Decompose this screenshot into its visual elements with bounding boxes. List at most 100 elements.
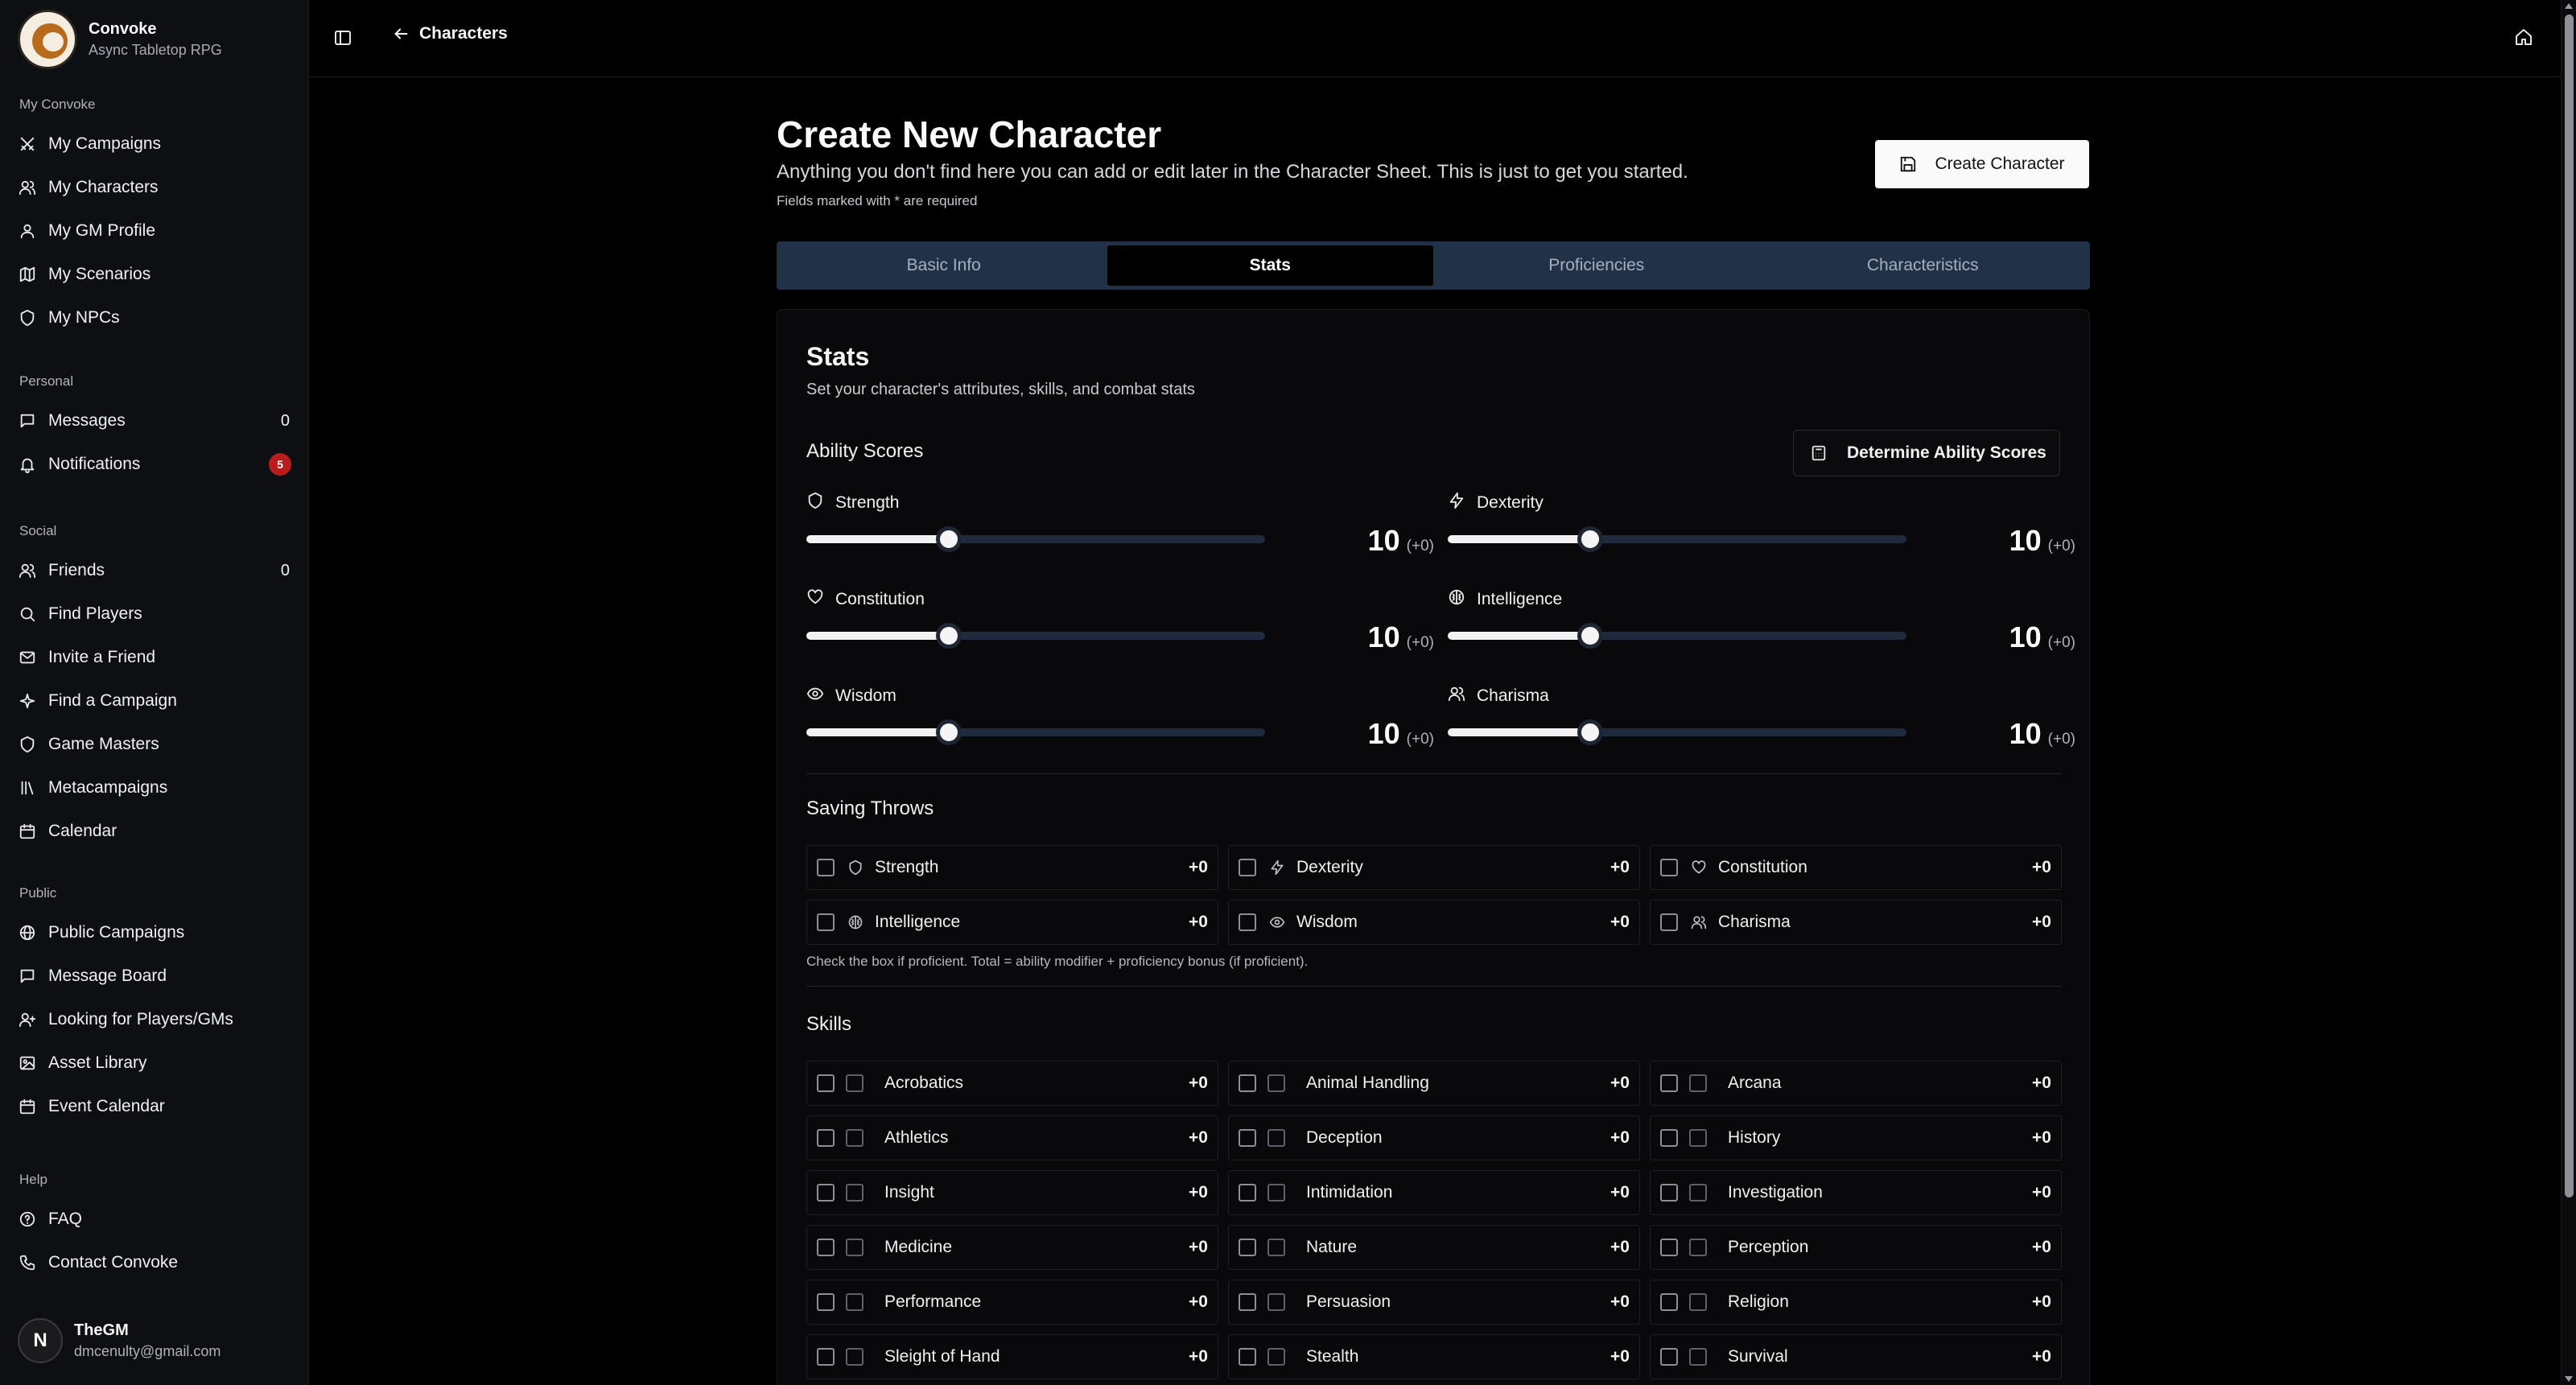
sidebar-item-metacampaigns[interactable]: Metacampaigns <box>18 769 291 806</box>
sidebar-item-contact-convoke[interactable]: Contact Convoke <box>18 1244 291 1281</box>
panel-left-icon <box>335 31 351 45</box>
sidebar-item-looking-for-players-gms[interactable]: Looking for Players/GMs <box>18 1001 291 1038</box>
sidebar-item-friends[interactable]: Friends 0 <box>18 552 291 589</box>
expertise-checkbox[interactable] <box>846 1129 863 1147</box>
sidebar-item-my-scenarios[interactable]: My Scenarios <box>18 256 291 293</box>
expertise-checkbox[interactable] <box>1689 1074 1707 1092</box>
tab-proficiencies[interactable]: Proficiencies <box>1433 245 1760 286</box>
tab-stats[interactable]: Stats <box>1107 245 1433 286</box>
slider-thumb[interactable] <box>1577 719 1603 745</box>
expertise-checkbox[interactable] <box>1689 1293 1707 1311</box>
slider-thumb[interactable] <box>935 526 962 552</box>
proficiency-checkbox[interactable] <box>1660 1348 1678 1366</box>
proficiency-checkbox[interactable] <box>1239 1293 1256 1311</box>
proficiency-checkbox[interactable] <box>1239 1184 1256 1202</box>
proficiency-checkbox[interactable] <box>1239 859 1256 876</box>
sidebar-item-my-npcs[interactable]: My NPCs <box>18 299 291 336</box>
ability-intelligence: Intelligence 10 (+0) <box>1448 588 2075 677</box>
sidebar-item-label: My Characters <box>48 178 159 196</box>
sidebar-toggle-button[interactable] <box>331 26 355 50</box>
proficiency-checkbox[interactable] <box>1239 1074 1256 1092</box>
ability-modifier: (+0) <box>1406 538 1434 554</box>
proficiency-checkbox[interactable] <box>1660 1293 1678 1311</box>
expertise-checkbox[interactable] <box>846 1239 863 1256</box>
sidebar-item-public-campaigns[interactable]: Public Campaigns <box>18 914 291 951</box>
sidebar-item-my-characters[interactable]: My Characters <box>18 169 291 206</box>
sidebar-item-messages[interactable]: Messages 0 <box>18 402 291 439</box>
page-scrollbar[interactable] <box>2561 0 2576 1385</box>
proficiency-checkbox[interactable] <box>1239 1239 1256 1256</box>
expertise-checkbox[interactable] <box>1267 1129 1285 1147</box>
proficiency-checkbox[interactable] <box>817 1129 835 1147</box>
strength-slider[interactable] <box>806 526 1265 552</box>
proficiency-checkbox[interactable] <box>1660 1184 1678 1202</box>
expertise-checkbox[interactable] <box>1267 1239 1285 1256</box>
slider-thumb[interactable] <box>935 719 962 745</box>
intelligence-slider[interactable] <box>1448 623 1906 649</box>
slider-thumb[interactable] <box>1577 526 1603 552</box>
create-character-button[interactable]: Create Character <box>1875 140 2089 188</box>
scrollbar-thumb[interactable] <box>2565 14 2574 1197</box>
sidebar-item-message-board[interactable]: Message Board <box>18 958 291 995</box>
skill-arcana: Arcana +0 <box>1650 1061 2062 1106</box>
back-link-label: Characters <box>419 24 508 43</box>
proficiency-checkbox[interactable] <box>817 913 835 931</box>
proficiency-checkbox[interactable] <box>1239 913 1256 931</box>
constitution-slider[interactable] <box>806 623 1265 649</box>
proficiency-checkbox[interactable] <box>817 1293 835 1311</box>
expertise-checkbox[interactable] <box>1689 1129 1707 1147</box>
proficiency-checkbox[interactable] <box>817 1184 835 1202</box>
brand[interactable]: Convoke Async Tabletop RPG <box>18 10 222 69</box>
home-button[interactable] <box>2511 24 2537 50</box>
expertise-checkbox[interactable] <box>846 1184 863 1202</box>
expertise-checkbox[interactable] <box>1267 1348 1285 1366</box>
sidebar-item-asset-library[interactable]: Asset Library <box>18 1045 291 1082</box>
expertise-checkbox[interactable] <box>1689 1239 1707 1256</box>
skill-animal-handling: Animal Handling +0 <box>1228 1061 1640 1106</box>
proficiency-checkbox[interactable] <box>817 1348 835 1366</box>
scroll-up-arrow[interactable] <box>2565 3 2573 9</box>
back-link[interactable]: Characters <box>392 24 508 43</box>
sidebar-item-notifications[interactable]: Notifications 5 <box>18 446 291 483</box>
sidebar-item-event-calendar[interactable]: Event Calendar <box>18 1088 291 1125</box>
proficiency-checkbox[interactable] <box>1660 1129 1678 1147</box>
tab-characteristics[interactable]: Characteristics <box>1760 245 2087 286</box>
expertise-checkbox[interactable] <box>846 1348 863 1366</box>
proficiency-checkbox[interactable] <box>1660 1074 1678 1092</box>
proficiency-checkbox[interactable] <box>1660 1239 1678 1256</box>
required-note: Fields marked with * are required <box>777 193 978 208</box>
sidebar-item-my-gm-profile[interactable]: My GM Profile <box>18 212 291 249</box>
slider-thumb[interactable] <box>1577 623 1603 649</box>
tab-basic-info[interactable]: Basic Info <box>781 245 1107 286</box>
slider-thumb[interactable] <box>935 623 962 649</box>
sidebar-item-invite-a-friend[interactable]: Invite a Friend <box>18 639 291 676</box>
user-profile[interactable]: N TheGM dmcenulty@gmail.com <box>18 1318 221 1363</box>
proficiency-checkbox[interactable] <box>1239 1348 1256 1366</box>
sidebar-item-faq[interactable]: FAQ <box>18 1201 291 1238</box>
expertise-checkbox[interactable] <box>1267 1293 1285 1311</box>
expertise-checkbox[interactable] <box>846 1074 863 1092</box>
expertise-checkbox[interactable] <box>1689 1184 1707 1202</box>
proficiency-checkbox[interactable] <box>1660 859 1678 876</box>
proficiency-checkbox[interactable] <box>817 1239 835 1256</box>
expertise-checkbox[interactable] <box>846 1293 863 1311</box>
expertise-checkbox[interactable] <box>1267 1074 1285 1092</box>
sidebar-item-my-campaigns[interactable]: My Campaigns <box>18 126 291 163</box>
wisdom-slider[interactable] <box>806 719 1265 745</box>
dexterity-slider[interactable] <box>1448 526 1906 552</box>
sidebar-item-find-players[interactable]: Find Players <box>18 596 291 633</box>
mail-icon <box>18 648 37 667</box>
charisma-slider[interactable] <box>1448 719 1906 745</box>
proficiency-checkbox[interactable] <box>817 859 835 876</box>
proficiency-checkbox[interactable] <box>817 1074 835 1092</box>
expertise-checkbox[interactable] <box>1267 1184 1285 1202</box>
scroll-down-arrow[interactable] <box>2565 1376 2573 1382</box>
determine-ability-scores-button[interactable]: Determine Ability Scores <box>1793 430 2060 476</box>
proficiency-checkbox[interactable] <box>1660 913 1678 931</box>
expertise-checkbox[interactable] <box>1689 1348 1707 1366</box>
sidebar-item-label: Calendar <box>48 822 117 840</box>
proficiency-checkbox[interactable] <box>1239 1129 1256 1147</box>
sidebar-item-game-masters[interactable]: Game Masters <box>18 726 291 763</box>
sidebar-item-calendar[interactable]: Calendar <box>18 813 291 850</box>
sidebar-item-find-a-campaign[interactable]: Find a Campaign <box>18 682 291 719</box>
